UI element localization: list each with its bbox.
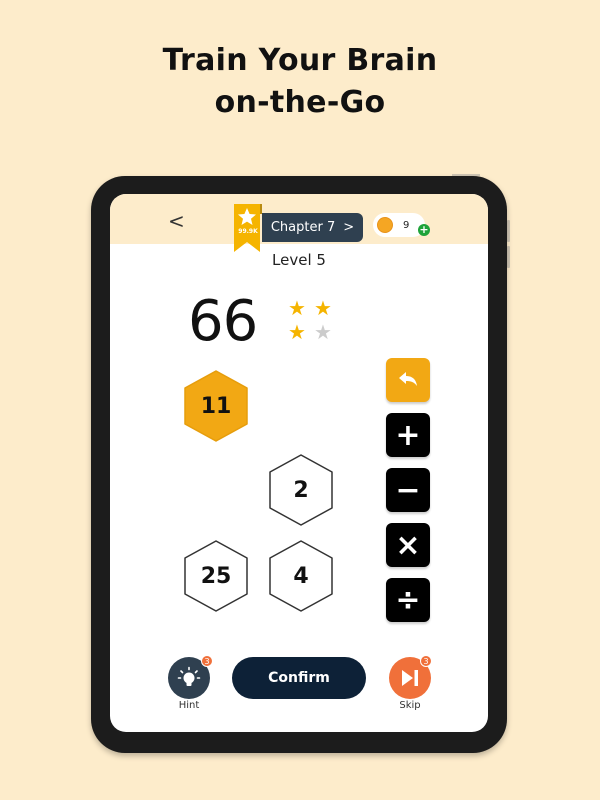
tablet-volume-down [507, 246, 510, 268]
confirm-button[interactable]: Confirm [232, 657, 366, 699]
add-coins-button[interactable]: + [418, 224, 430, 236]
game-screen: < 99.9K Chapter 7 > 9 + Level 5 66 ★ ★ ★… [110, 194, 488, 732]
skip-icon [402, 670, 418, 686]
target-number: 66 [188, 289, 258, 354]
tile-value: 11 [200, 393, 232, 419]
subtract-operator-button[interactable]: − [386, 468, 430, 512]
star-icon: ★ [314, 320, 332, 344]
headline-line-1: Train Your Brain [162, 43, 438, 78]
chapter-selector[interactable]: Chapter 7 > [262, 213, 363, 242]
tablet-volume-up [507, 220, 510, 242]
divide-operator-button[interactable]: ÷ [386, 578, 430, 622]
hint-count-badge: 3 [201, 655, 213, 667]
star-icon: ★ [288, 320, 306, 344]
headline-line-2: on-the-Go [214, 85, 386, 120]
coin-count: 9 [403, 219, 410, 231]
star-icon: ★ [288, 296, 306, 320]
score-ribbon: 99.9K [234, 204, 262, 254]
number-tile-selected[interactable]: 11 [183, 369, 249, 443]
undo-icon [399, 372, 417, 386]
undo-button[interactable] [386, 358, 430, 402]
headline: Train Your Brain on-the-Go [0, 40, 600, 124]
chapter-label: Chapter 7 [270, 220, 336, 235]
skip-count-badge: 3 [420, 655, 432, 667]
coin-balance: 9 [373, 213, 425, 237]
tile-value: 2 [293, 477, 309, 503]
ribbon-score: 99.9K [238, 228, 258, 235]
level-label: Level 5 [272, 251, 326, 269]
tile-value: 25 [200, 563, 232, 589]
multiply-operator-button[interactable]: × [386, 523, 430, 567]
chevron-right-icon: > [343, 220, 355, 235]
hint-label: Hint [178, 700, 200, 711]
tile-value: 4 [293, 563, 309, 589]
back-button[interactable]: < [168, 211, 185, 231]
add-operator-button[interactable]: + [386, 413, 430, 457]
star-icon: ★ [314, 296, 332, 320]
skip-label: Skip [399, 700, 421, 711]
number-tile[interactable]: 25 [183, 539, 249, 613]
coin-icon [377, 217, 393, 233]
lightbulb-icon [177, 666, 201, 686]
number-tile[interactable]: 4 [268, 539, 334, 613]
number-tile[interactable]: 2 [268, 453, 334, 527]
